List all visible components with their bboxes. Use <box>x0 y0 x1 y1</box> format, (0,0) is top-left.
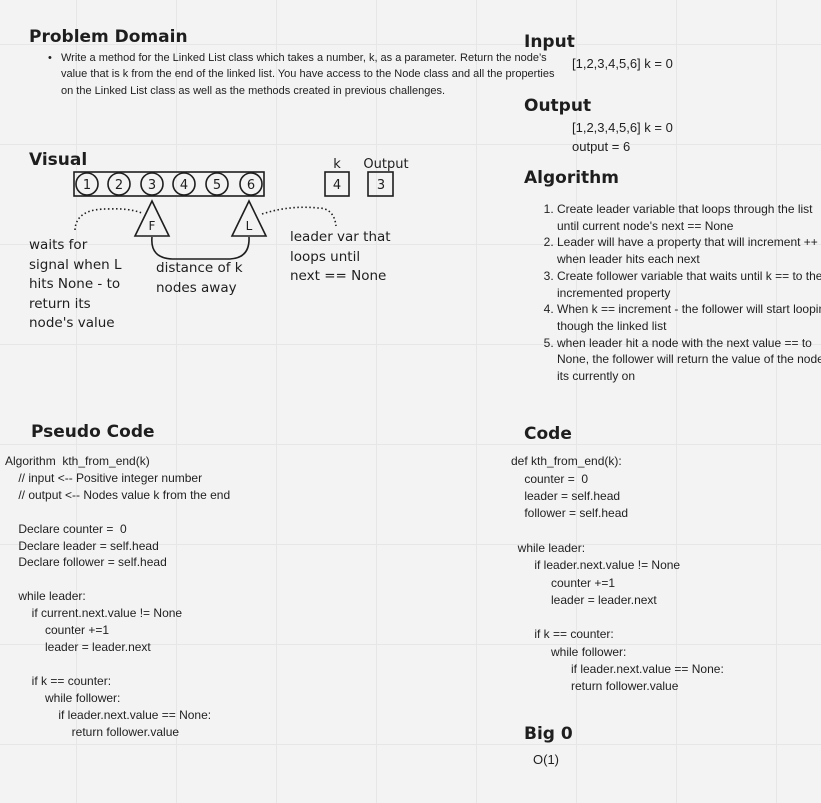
node-value: 6 <box>247 178 255 193</box>
leader-marker: L <box>246 219 253 233</box>
node-value: 3 <box>148 178 156 193</box>
output-box-value: 3 <box>377 178 385 193</box>
k-value: 4 <box>333 178 341 193</box>
follower-note-connector <box>74 208 143 231</box>
list-container <box>73 171 265 197</box>
algorithm-step: When k == increment - the follower will … <box>557 301 821 334</box>
k-label: k <box>333 157 341 172</box>
algorithm-heading: Algorithm <box>524 168 619 188</box>
pseudo-code-body: Algorithm kth_from_end(k) // input <-- P… <box>5 454 231 739</box>
follower-note: waits for signal when L hits None - to r… <box>29 237 122 332</box>
follower-marker: F <box>149 219 156 233</box>
algorithm-step: Create leader variable that loops throug… <box>557 201 821 234</box>
node-value: 5 <box>213 178 221 193</box>
big-o-heading: Big 0 <box>524 724 573 744</box>
pseudo-code-heading: Pseudo Code <box>31 422 155 442</box>
node-value: 4 <box>180 178 188 193</box>
big-o-value: O(1) <box>533 752 559 767</box>
output-label: Output <box>363 157 408 172</box>
code-declarations: counter = 0 leader = self.head follower … <box>524 472 629 521</box>
algorithm-step: when leader hit a node with the next val… <box>557 335 821 385</box>
code-heading: Code <box>524 424 572 444</box>
algorithm-step: Leader will have a property that will in… <box>557 234 821 267</box>
node-value: 1 <box>83 178 91 193</box>
algorithm-steps: Create leader variable that loops throug… <box>524 201 821 385</box>
leader-note: leader var that loops until next == None <box>290 229 391 285</box>
code-signature: def kth_from_end(k): <box>511 454 622 468</box>
distance-bracket <box>151 236 250 260</box>
distance-note: distance of k nodes away <box>156 260 243 296</box>
code-loop: while leader: if leader.next.value != No… <box>517 541 724 694</box>
leader-note-connector <box>261 206 337 227</box>
node-value: 2 <box>115 178 123 193</box>
algorithm-step: Create follower variable that waits unti… <box>557 268 821 301</box>
